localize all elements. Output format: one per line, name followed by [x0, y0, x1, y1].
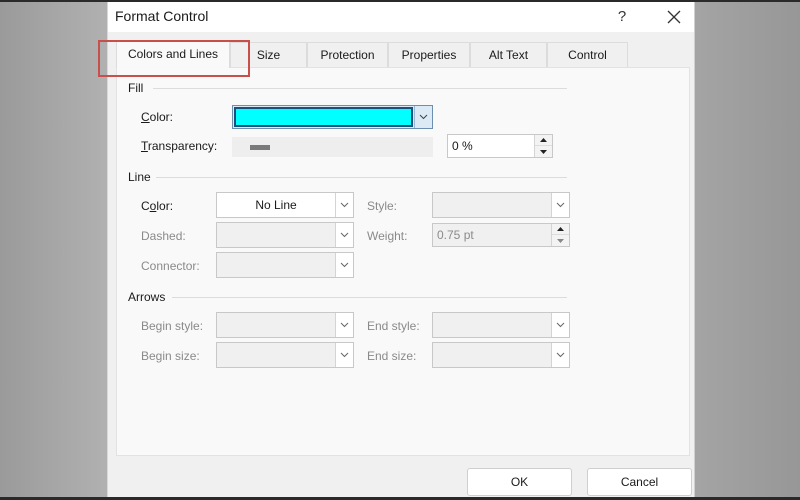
- connector-dropdown-arrow[interactable]: [335, 253, 353, 277]
- transparency-label: Transparency:: [141, 139, 218, 153]
- transparency-spin-buttons: [534, 135, 552, 157]
- weight-spinner[interactable]: 0.75 pt: [432, 223, 570, 247]
- colors-and-lines-panel: Fill Color: Transparency: 0 % Line Color…: [116, 67, 690, 456]
- dashed-label: Dashed:: [141, 229, 186, 243]
- begin-style-label: Begin style:: [141, 319, 204, 333]
- fill-color-dropdown-arrow[interactable]: [414, 106, 432, 128]
- weight-decrement[interactable]: [552, 235, 569, 246]
- line-divider: [156, 177, 567, 178]
- begin-style-dropdown[interactable]: [216, 312, 354, 338]
- dashed-dropdown-arrow[interactable]: [335, 223, 353, 247]
- tab-colors-and-lines[interactable]: Colors and Lines: [116, 41, 230, 68]
- line-color-dropdown-arrow[interactable]: [335, 193, 353, 217]
- caret-up-icon: [557, 227, 564, 231]
- begin-style-dropdown-arrow[interactable]: [335, 313, 353, 337]
- caret-up-icon: [540, 138, 547, 142]
- help-button[interactable]: ?: [610, 5, 634, 29]
- line-color-value: No Line: [255, 198, 297, 212]
- connector-label: Connector:: [141, 259, 200, 273]
- fill-color-dropdown[interactable]: [232, 105, 433, 129]
- weight-label: Weight:: [367, 229, 408, 243]
- close-button[interactable]: [660, 5, 688, 29]
- transparency-slider[interactable]: [232, 137, 433, 157]
- line-style-label: Style:: [367, 199, 398, 213]
- tab-properties[interactable]: Properties: [388, 42, 470, 67]
- fill-divider: [153, 88, 567, 89]
- dialog-title: Format Control: [115, 8, 209, 24]
- connector-dropdown[interactable]: [216, 252, 354, 278]
- fill-color-swatch: [234, 107, 413, 127]
- line-style-dropdown[interactable]: [432, 192, 570, 218]
- end-size-dropdown[interactable]: [432, 342, 570, 368]
- close-icon: [667, 10, 681, 24]
- weight-increment[interactable]: [552, 224, 569, 235]
- begin-size-label: Begin size:: [141, 349, 200, 363]
- arrows-group-label: Arrows: [128, 290, 166, 304]
- connector-value: [217, 253, 335, 277]
- chevron-down-icon: [556, 322, 565, 328]
- chevron-down-icon: [340, 262, 349, 268]
- end-size-dropdown-arrow[interactable]: [551, 343, 569, 367]
- weight-value[interactable]: 0.75 pt: [437, 224, 474, 246]
- chevron-down-icon: [340, 202, 349, 208]
- cancel-button[interactable]: Cancel: [587, 468, 692, 496]
- line-style-value: [433, 193, 551, 217]
- fill-group-label: Fill: [128, 81, 144, 95]
- tab-size[interactable]: Size: [230, 42, 307, 67]
- begin-size-dropdown[interactable]: [216, 342, 354, 368]
- transparency-increment[interactable]: [535, 135, 552, 146]
- dashed-dropdown[interactable]: [216, 222, 354, 248]
- chevron-down-icon: [340, 352, 349, 358]
- begin-size-dropdown-arrow[interactable]: [335, 343, 353, 367]
- transparency-slider-thumb[interactable]: [250, 145, 270, 150]
- chevron-down-icon: [340, 322, 349, 328]
- tab-alt-text[interactable]: Alt Text: [470, 42, 547, 67]
- begin-style-value: [217, 313, 335, 337]
- title-bar: Format Control ?: [108, 2, 694, 32]
- chevron-down-icon: [419, 114, 428, 120]
- caret-down-icon: [540, 149, 547, 154]
- format-control-dialog: Format Control ? Colors and Lines Size P…: [98, 2, 695, 497]
- fill-color-label: Color:: [141, 110, 174, 124]
- chevron-down-icon: [556, 352, 565, 358]
- weight-spin-buttons: [551, 224, 569, 246]
- end-style-label: End style:: [367, 319, 420, 333]
- transparency-decrement[interactable]: [535, 146, 552, 157]
- end-size-value: [433, 343, 551, 367]
- transparency-spinner[interactable]: 0 %: [447, 134, 553, 158]
- begin-size-value: [217, 343, 335, 367]
- line-color-label: Color:: [141, 199, 174, 213]
- line-color-dropdown[interactable]: No Line: [216, 192, 354, 218]
- end-style-dropdown[interactable]: [432, 312, 570, 338]
- end-size-label: End size:: [367, 349, 417, 363]
- end-style-dropdown-arrow[interactable]: [551, 313, 569, 337]
- arrows-divider: [172, 297, 567, 298]
- caret-down-icon: [557, 238, 564, 243]
- ok-button[interactable]: OK: [467, 468, 572, 496]
- chevron-down-icon: [340, 232, 349, 238]
- end-style-value: [433, 313, 551, 337]
- line-group-label: Line: [128, 170, 151, 184]
- tab-control[interactable]: Control: [547, 42, 628, 67]
- transparency-value[interactable]: 0 %: [452, 135, 473, 157]
- line-style-dropdown-arrow[interactable]: [551, 193, 569, 217]
- chevron-down-icon: [556, 202, 565, 208]
- dashed-value: [217, 223, 335, 247]
- tab-protection[interactable]: Protection: [307, 42, 388, 67]
